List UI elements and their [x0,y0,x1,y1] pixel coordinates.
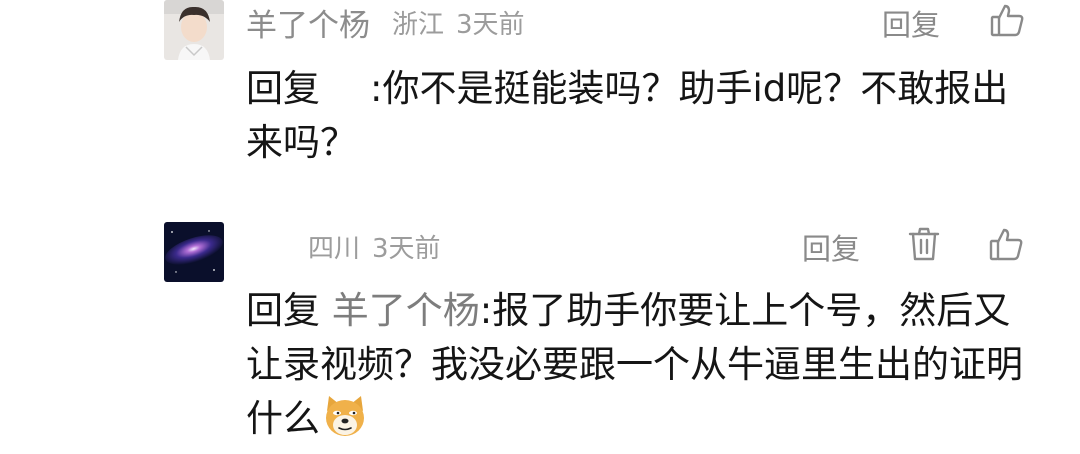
timestamp: 3天前 [372,233,441,264]
timestamp: 3天前 [456,9,525,40]
like-icon[interactable] [989,2,1025,38]
comment-item: 四川 3天前 回复 回复 羊了个杨:报了助手你要让上个号，然后又让录视频？我没必… [0,218,1080,452]
reply-button[interactable]: 回复 [802,226,860,268]
comment-meta: 羊了个杨 浙江 3天前 [246,0,525,44]
username[interactable]: 羊了个杨 [246,0,370,45]
location: 浙江 [392,9,445,40]
comment-item: 羊了个杨 浙江 3天前 回复 回复:你不是挺能装吗？助手id呢？不敢报出来吗？ [0,0,1080,200]
like-icon[interactable] [988,226,1024,262]
avatar[interactable] [164,0,224,60]
reply-prefix: 回复 [246,289,320,332]
comment-content: 你不是挺能装吗？助手id呢？不敢报出来吗？ [246,67,1009,164]
comment-text: 回复:你不是挺能装吗？助手id呢？不敢报出来吗？ [246,62,1026,170]
comment-meta: 四川 3天前 [246,224,441,268]
comment-text: 回复 羊了个杨:报了助手你要让上个号，然后又让录视频？我没必要跟一个从牛逼里生出… [246,284,1026,446]
location: 四川 [308,233,361,264]
reply-target[interactable]: 羊了个杨 [332,289,480,332]
avatar[interactable] [164,222,224,282]
doge-emoji-icon [322,393,368,439]
delete-icon[interactable] [906,226,942,262]
reply-colon: : [370,67,383,110]
reply-prefix: 回复 [246,67,320,110]
reply-colon: : [479,289,493,332]
reply-button[interactable]: 回复 [882,2,940,44]
